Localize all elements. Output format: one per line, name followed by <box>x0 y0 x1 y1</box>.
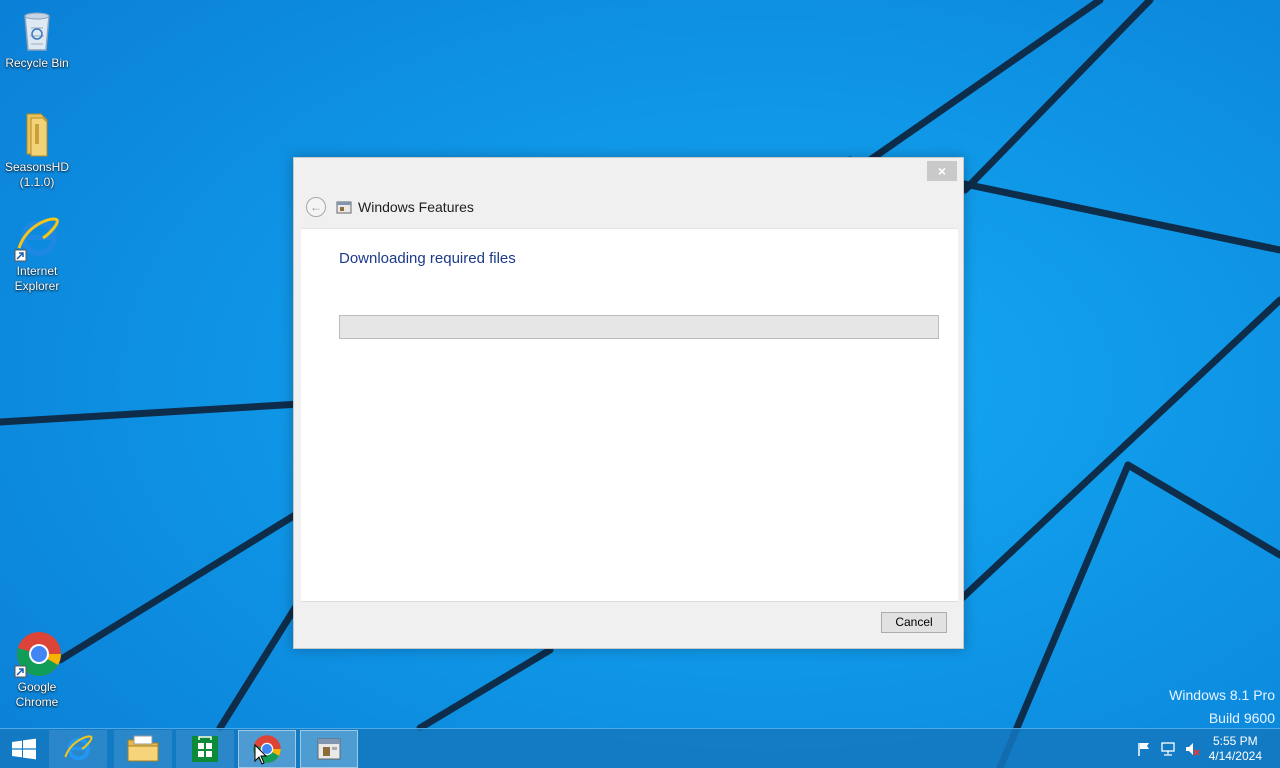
start-button[interactable] <box>6 735 42 763</box>
action-center-flag-icon[interactable] <box>1136 741 1152 757</box>
taskbar-internet-explorer[interactable] <box>49 730 107 768</box>
taskbar-store[interactable] <box>176 730 234 768</box>
desktop-icon-seasonshd[interactable]: SeasonsHD (1.1.0) <box>0 110 74 190</box>
desktop-icon-label: SeasonsHD (1.1.0) <box>4 160 70 189</box>
taskbar-clock[interactable]: 5:55 PM 4/14/2024 <box>1209 734 1262 764</box>
recycle-bin-icon <box>24 12 50 51</box>
mouse-cursor-icon <box>254 744 268 765</box>
windows-version-watermark: Windows 8.1 Pro Build 9600 <box>1169 684 1275 730</box>
dialog-header: ← Windows Features <box>306 196 474 218</box>
windows-features-dialog: × ← Windows Features Downloading require… <box>293 157 964 649</box>
windows-features-icon <box>317 738 341 760</box>
cancel-button[interactable]: Cancel <box>881 612 947 633</box>
watermark-build: Build 9600 <box>1208 710 1275 726</box>
volume-muted-icon[interactable] <box>1184 741 1200 757</box>
internet-explorer-icon <box>14 217 59 262</box>
desktop-icon-google-chrome[interactable]: Google Chrome <box>0 630 74 710</box>
dialog-content: Downloading required files <box>301 228 958 601</box>
internet-explorer-icon <box>64 735 93 761</box>
store-icon <box>192 736 218 762</box>
taskbar: 5:55 PM 4/14/2024 <box>0 728 1280 768</box>
google-chrome-icon <box>14 632 61 678</box>
desktop-icon-label: Internet Explorer <box>14 264 60 293</box>
clock-time: 5:55 PM <box>1212 734 1258 748</box>
file-explorer-icon <box>127 735 159 762</box>
desktop-icon-label: Recycle Bin <box>5 56 69 70</box>
back-button[interactable]: ← <box>306 197 326 217</box>
folder-icon <box>26 113 48 157</box>
dialog-footer: Cancel <box>301 601 958 642</box>
desktop-icon-recycle-bin[interactable]: Recycle Bin <box>0 6 74 71</box>
network-icon[interactable] <box>1160 741 1176 757</box>
download-progress-bar <box>339 315 939 339</box>
dialog-title: Windows Features <box>358 199 474 215</box>
taskbar-file-explorer[interactable] <box>114 730 172 768</box>
desktop-icon-internet-explorer[interactable]: Internet Explorer <box>0 214 74 294</box>
dialog-heading: Downloading required files <box>339 250 516 267</box>
close-button[interactable]: × <box>927 161 957 181</box>
desktop-icon-label: Google Chrome <box>15 680 59 709</box>
clock-date: 4/14/2024 <box>1208 749 1262 763</box>
taskbar-windows-features[interactable] <box>300 730 358 768</box>
windows-features-icon <box>336 201 352 214</box>
watermark-edition: Windows 8.1 Pro <box>1169 687 1275 703</box>
system-tray <box>1136 741 1200 757</box>
